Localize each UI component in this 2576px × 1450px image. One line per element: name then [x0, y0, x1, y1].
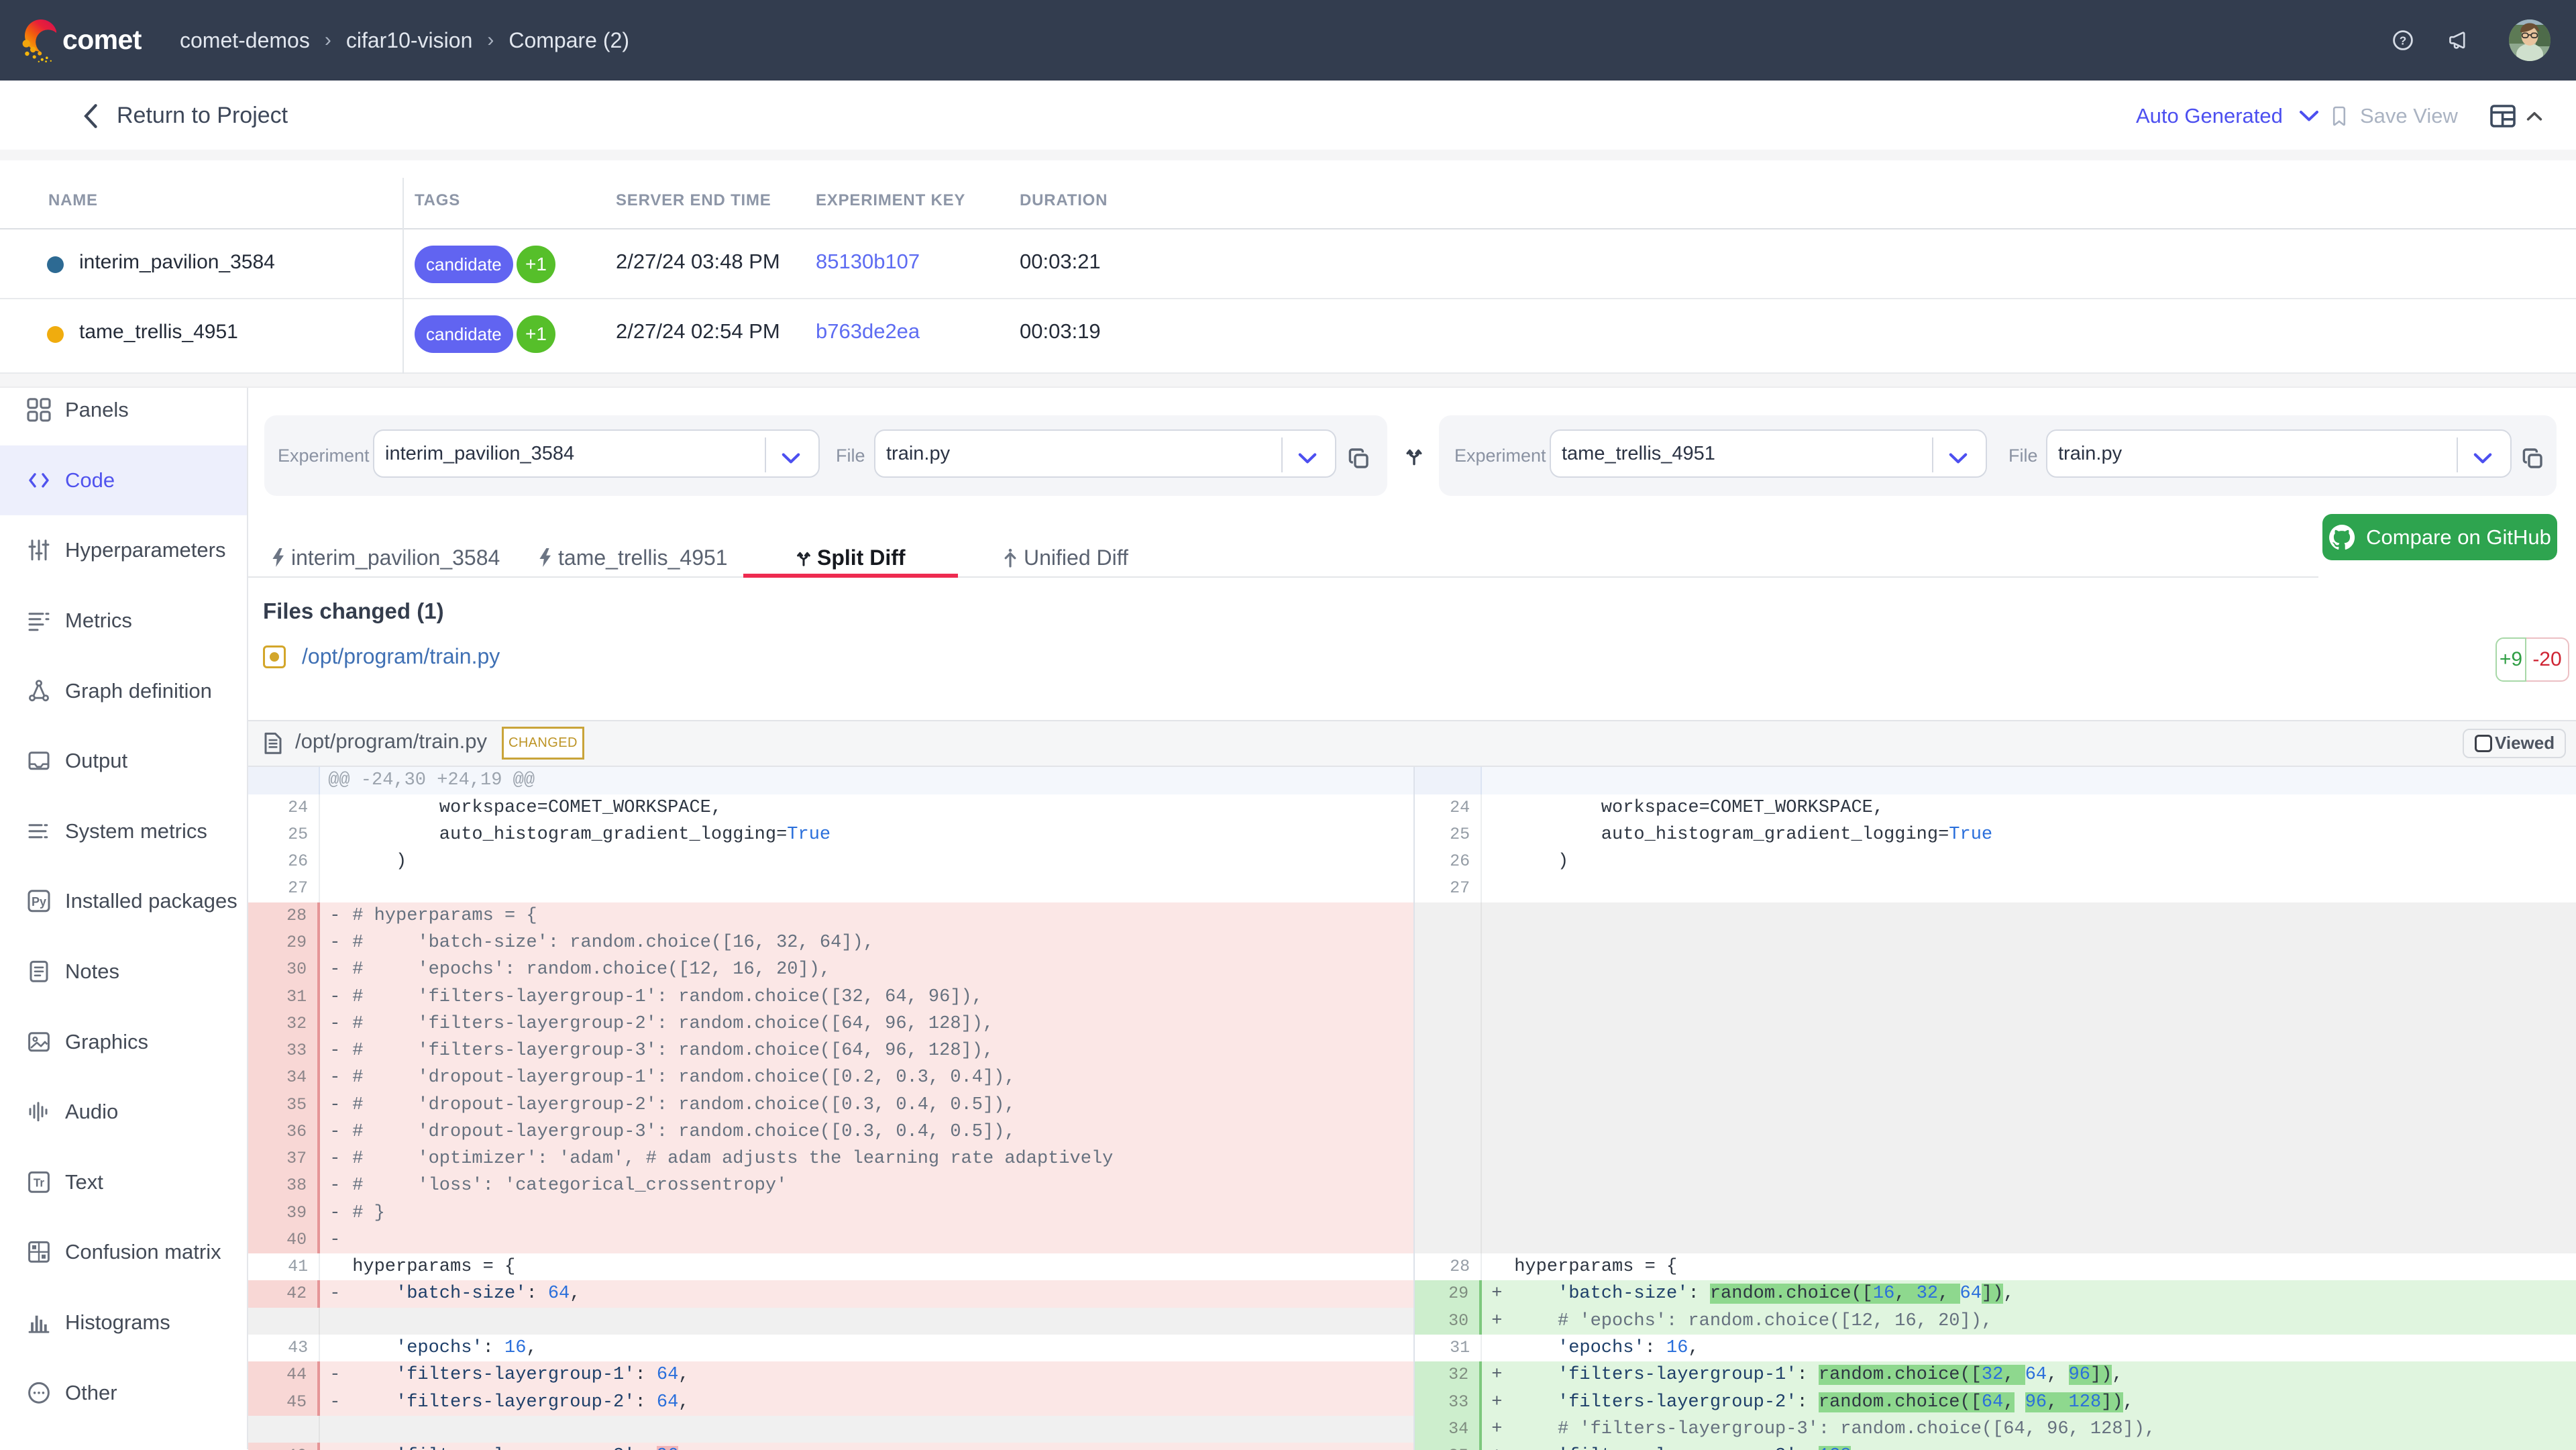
- svg-text:?: ?: [2400, 34, 2407, 47]
- svg-text:Py: Py: [32, 895, 46, 909]
- svg-text:Tr: Tr: [34, 1176, 45, 1189]
